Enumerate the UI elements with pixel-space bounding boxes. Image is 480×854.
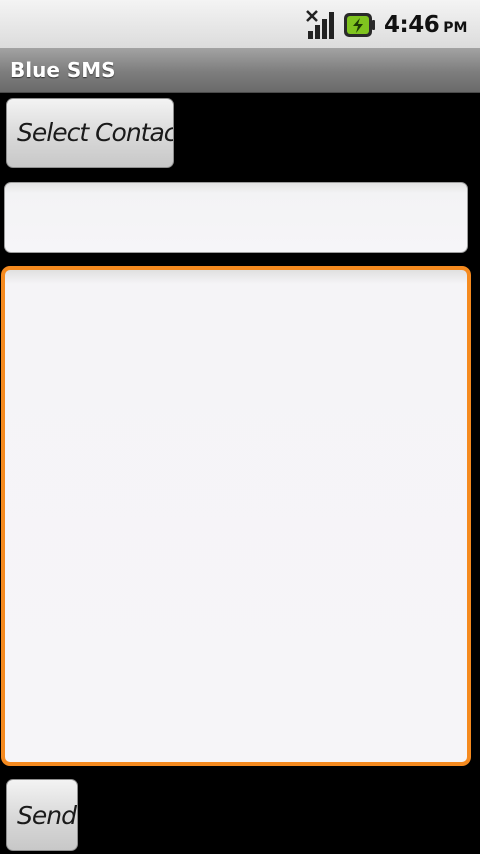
- app-title: Blue SMS: [10, 58, 116, 82]
- no-signal-icon: [306, 10, 334, 39]
- message-body-input[interactable]: [5, 270, 467, 762]
- status-bar: 4:46 PM: [0, 0, 480, 48]
- title-bar: Blue SMS: [0, 48, 480, 93]
- recipient-number-input[interactable]: [5, 183, 467, 252]
- message-body-field[interactable]: [1, 266, 471, 766]
- clock-ampm: PM: [443, 20, 468, 36]
- recipient-number-field[interactable]: [4, 182, 468, 253]
- select-contact-button[interactable]: Select Contact: [6, 98, 174, 168]
- clock-time: 4:46: [384, 12, 440, 38]
- battery-charging-icon: [344, 13, 375, 37]
- send-button[interactable]: Send: [6, 779, 78, 851]
- status-clock: 4:46 PM: [384, 12, 467, 40]
